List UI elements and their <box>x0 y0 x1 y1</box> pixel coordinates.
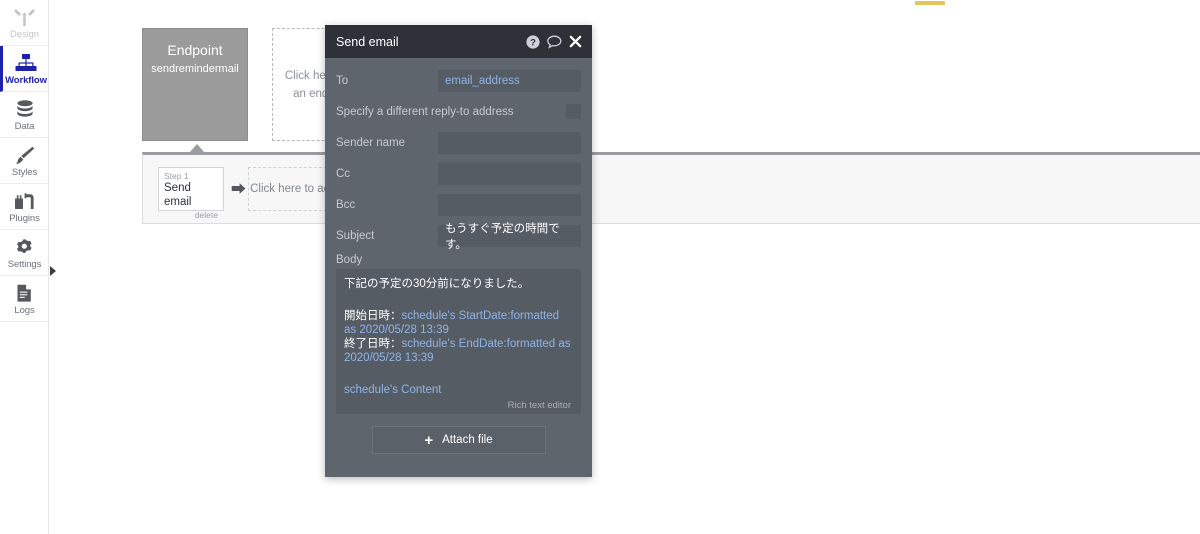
help-circle-icon[interactable]: ? <box>526 34 540 49</box>
field-row-bcc: Bcc <box>336 189 581 220</box>
reply-to-label: Specify a different reply-to address <box>336 105 514 118</box>
field-row-subject: Subject もうすぐ予定の時間です。 <box>336 220 581 251</box>
paintbrush-icon <box>14 144 35 165</box>
step-delete-link[interactable]: delete <box>164 210 218 220</box>
attach-file-label: Attach file <box>442 434 493 446</box>
sidebar-item-label: Settings <box>7 258 42 270</box>
modal-body: To email_address Specify a different rep… <box>325 58 592 477</box>
sidebar-item-plugins[interactable]: Plugins <box>0 184 49 230</box>
field-row-to: To email_address <box>336 65 581 96</box>
sidebar-item-data[interactable]: Data <box>0 92 49 138</box>
arrow-right-icon: ⮕ <box>231 181 247 198</box>
gear-icon <box>15 236 35 257</box>
bcc-input[interactable] <box>438 193 581 216</box>
sidebar-item-label: Data <box>14 120 35 132</box>
left-sidebar: Design Workflow Data Styles Plugins Sett… <box>0 0 56 534</box>
document-icon <box>16 282 33 303</box>
body-label: Body <box>336 254 363 266</box>
cc-input[interactable] <box>438 162 581 185</box>
workflow-step-card[interactable]: Step 1 Send email delete <box>158 167 224 220</box>
body-line: schedule's Content <box>344 383 573 397</box>
close-icon[interactable] <box>569 35 582 48</box>
workflow-action-panel: ✖ Step 1 Send email delete ⮕ Click here … <box>142 152 1200 224</box>
sender-name-input[interactable] <box>438 131 581 154</box>
workflow-canvas: Endpoint sendremindermail Click here to … <box>58 6 1200 534</box>
endpoint-subtitle: sendremindermail <box>151 63 239 75</box>
body-line: 開始日時：schedule's StartDate:formatted as 2… <box>344 309 573 337</box>
to-input[interactable]: email_address <box>438 69 581 92</box>
sidebar-item-label: Logs <box>14 304 35 316</box>
workflow-icon <box>15 52 37 73</box>
subject-value: もうすぐ予定の時間です。 <box>445 222 560 251</box>
body-line-plain: 開始日時： <box>344 310 402 322</box>
field-row-sender-name: Sender name <box>336 127 581 158</box>
body-editor[interactable]: 下記の予定の30分前になりました。 開始日時：schedule's StartD… <box>336 269 581 414</box>
plus-icon: + <box>424 431 434 449</box>
step-number-label: Step 1 <box>164 171 189 181</box>
field-row-reply-to: Specify a different reply-to address <box>336 96 581 127</box>
sidebar-item-logs[interactable]: Logs <box>0 276 49 322</box>
sender-name-label: Sender name <box>336 136 406 149</box>
modal-title: Send email <box>336 34 399 49</box>
design-tool-icon <box>14 6 35 27</box>
to-value: email_address <box>445 74 520 87</box>
sidebar-item-design[interactable]: Design <box>0 0 49 46</box>
comment-bubble-icon[interactable] <box>547 35 562 49</box>
sidebar-item-workflow[interactable]: Workflow <box>0 46 49 92</box>
sidebar-item-label: Styles <box>11 166 38 178</box>
progress-accent-bar <box>915 1 945 5</box>
attach-file-button[interactable]: + Attach file <box>371 426 546 454</box>
sidebar-item-styles[interactable]: Styles <box>0 138 49 184</box>
subject-label: Subject <box>336 229 375 242</box>
cc-label: Cc <box>336 167 351 180</box>
rich-text-editor-note: Rich text editor <box>507 400 571 411</box>
endpoint-card[interactable]: Endpoint sendremindermail <box>142 28 248 141</box>
body-line-plain: 終了日時： <box>344 338 402 350</box>
sidebar-item-label: Workflow <box>5 74 47 86</box>
to-label: To <box>336 74 349 87</box>
body-line-text: 下記の予定の30分前になりました。 <box>344 278 530 290</box>
body-line: 終了日時：schedule's EndDate:formatted as 202… <box>344 337 573 365</box>
subject-input[interactable]: もうすぐ予定の時間です。 <box>438 223 581 251</box>
sidebar-item-settings[interactable]: Settings <box>0 230 49 276</box>
endpoint-title: Endpoint <box>167 42 223 58</box>
field-row-cc: Cc <box>336 158 581 189</box>
body-line-dynamic: schedule's Content <box>344 384 442 396</box>
attach-file-row: + Attach file <box>336 414 581 467</box>
send-email-modal: Send email ? To email_address Specify a … <box>325 25 592 477</box>
settings-expand-arrow-icon[interactable] <box>50 266 56 276</box>
plugins-icon <box>14 190 35 211</box>
body-line: 下記の予定の30分前になりました。 <box>344 277 573 291</box>
database-icon <box>15 98 35 119</box>
svg-text:?: ? <box>530 37 536 48</box>
modal-header: Send email ? <box>325 25 592 58</box>
sidebar-item-label: Plugins <box>9 212 40 224</box>
bcc-label: Bcc <box>336 198 356 211</box>
sidebar-item-label: Design <box>10 28 39 40</box>
reply-to-checkbox[interactable] <box>566 104 581 119</box>
step-title-label: Send email <box>164 182 192 208</box>
